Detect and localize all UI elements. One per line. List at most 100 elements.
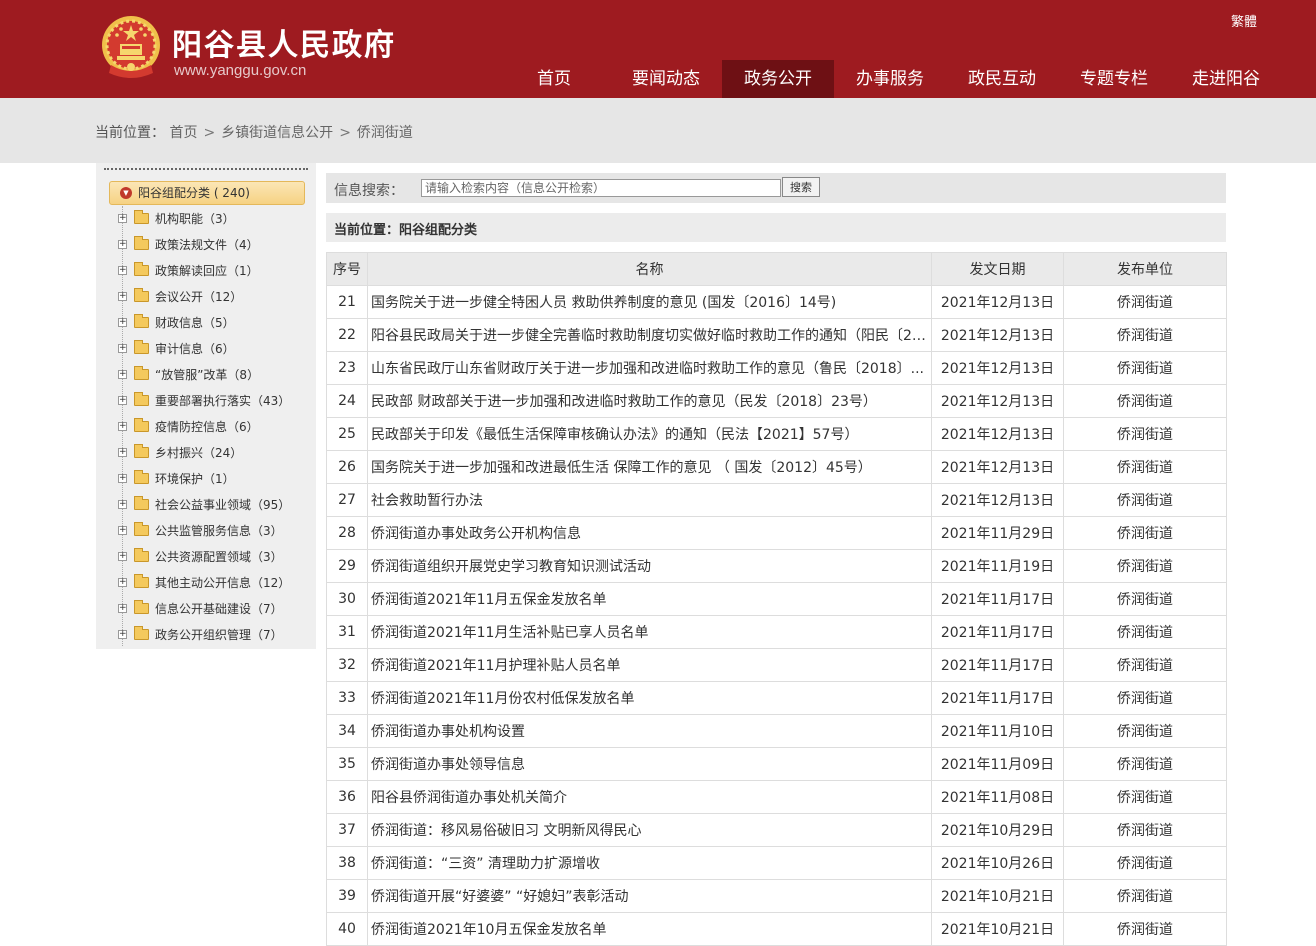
table-header-row: 序号 名称 发文日期 发布单位 bbox=[326, 252, 1227, 286]
row-date: 2021年10月26日 bbox=[931, 846, 1064, 880]
row-date: 2021年12月13日 bbox=[931, 483, 1064, 517]
expand-plus-icon[interactable]: + bbox=[118, 214, 127, 223]
document-title-link[interactable]: 国务院关于进一步加强和改进最低生活 保障工作的意见 （ 国发〔2012〕45号） bbox=[367, 450, 932, 484]
document-title-link[interactable]: 侨润街道2021年11月生活补贴已享人员名单 bbox=[367, 615, 932, 649]
tree-item[interactable]: + 环境保护（1） bbox=[118, 466, 308, 492]
tree-item[interactable]: + 会议公开（12） bbox=[118, 284, 308, 310]
breadcrumb-current[interactable]: 侨润街道 bbox=[357, 125, 413, 141]
tree-root-category[interactable]: ▼ 阳谷组配分类 ( 240) bbox=[109, 181, 305, 205]
row-date: 2021年12月13日 bbox=[931, 318, 1064, 352]
tree-item-label: 机构职能（3） bbox=[155, 212, 235, 226]
document-title-link[interactable]: 侨润街道2021年11月五保金发放名单 bbox=[367, 582, 932, 616]
nav-services[interactable]: 办事服务 bbox=[834, 60, 946, 98]
document-title-link[interactable]: 侨润街道办事处机构设置 bbox=[367, 714, 932, 748]
search-input[interactable] bbox=[421, 179, 781, 197]
document-title-link[interactable]: 侨润街道2021年10月五保金发放名单 bbox=[367, 912, 932, 946]
tree-item[interactable]: + 政务公开组织管理（7） bbox=[118, 622, 308, 648]
folder-icon bbox=[134, 418, 149, 432]
row-index: 38 bbox=[326, 846, 368, 880]
nav-home[interactable]: 首页 bbox=[498, 60, 610, 98]
site-header: 阳谷县人民政府 www.yanggu.gov.cn 繁體 首页 要闻动态 政务公… bbox=[0, 0, 1316, 98]
document-title-link[interactable]: 侨润街道2021年11月份农村低保发放名单 bbox=[367, 681, 932, 715]
tree-item[interactable]: + 政策法规文件（4） bbox=[118, 232, 308, 258]
folder-icon bbox=[134, 496, 149, 510]
tree-item[interactable]: + 社会公益事业领域（95） bbox=[118, 492, 308, 518]
row-date: 2021年11月17日 bbox=[931, 615, 1064, 649]
expand-plus-icon[interactable]: + bbox=[118, 396, 127, 405]
expand-plus-icon[interactable]: + bbox=[118, 448, 127, 457]
document-title-link[interactable]: 侨润街道办事处领导信息 bbox=[367, 747, 932, 781]
nav-gov-affairs[interactable]: 政务公开 bbox=[722, 60, 834, 98]
expand-plus-icon[interactable]: + bbox=[118, 526, 127, 535]
document-title-link[interactable]: 民政部关于印发《最低生活保障审核确认办法》的通知（民法【2021】57号） bbox=[367, 417, 932, 451]
column-header-date: 发文日期 bbox=[931, 252, 1064, 286]
expand-plus-icon[interactable]: + bbox=[118, 630, 127, 639]
expand-plus-icon[interactable]: + bbox=[118, 422, 127, 431]
traditional-chinese-link[interactable]: 繁體 bbox=[1231, 11, 1257, 30]
row-index: 28 bbox=[326, 516, 368, 550]
nav-about[interactable]: 走进阳谷 bbox=[1170, 60, 1282, 98]
tree-item[interactable]: + “放管服”改革（8） bbox=[118, 362, 308, 388]
tree-item[interactable]: + 公共监管服务信息（3） bbox=[118, 518, 308, 544]
breadcrumb-township-link[interactable]: 乡镇街道信息公开 bbox=[221, 125, 333, 141]
expand-plus-icon[interactable]: + bbox=[118, 318, 127, 327]
document-title-link[interactable]: 民政部 财政部关于进一步加强和改进临时救助工作的意见（民发〔2018〕23号） bbox=[367, 384, 932, 418]
row-date: 2021年11月17日 bbox=[931, 582, 1064, 616]
collapse-arrow-icon[interactable]: ▼ bbox=[120, 187, 132, 199]
row-publisher: 侨润街道 bbox=[1063, 714, 1227, 748]
nav-topics[interactable]: 专题专栏 bbox=[1058, 60, 1170, 98]
tree-item[interactable]: + 政策解读回应（1） bbox=[118, 258, 308, 284]
sidebar-divider bbox=[104, 168, 308, 170]
table-row: 23 山东省民政厅山东省财政厅关于进一步加强和改进临时救助工作的意见（鲁民〔201… bbox=[326, 351, 1227, 385]
document-title-link[interactable]: 阳谷县民政局关于进一步健全完善临时救助制度切实做好临时救助工作的通知（阳民〔20… bbox=[367, 318, 932, 352]
tree-item[interactable]: + 公共资源配置领域（3） bbox=[118, 544, 308, 570]
tree-item[interactable]: + 乡村振兴（24） bbox=[118, 440, 308, 466]
document-title-link[interactable]: 国务院关于进一步健全特困人员 救助供养制度的意见 (国发〔2016〕14号) bbox=[367, 285, 932, 319]
expand-plus-icon[interactable]: + bbox=[118, 240, 127, 249]
document-title-link[interactable]: 侨润街道组织开展党史学习教育知识测试活动 bbox=[367, 549, 932, 583]
document-title-link[interactable]: 侨润街道办事处政务公开机构信息 bbox=[367, 516, 932, 550]
document-title-link[interactable]: 社会救助暂行办法 bbox=[367, 483, 932, 517]
row-publisher: 侨润街道 bbox=[1063, 483, 1227, 517]
tree-item[interactable]: + 机构职能（3） bbox=[118, 206, 308, 232]
document-table: 序号 名称 发文日期 发布单位 21 国务院关于进一步健全特困人员 救助供养制度的… bbox=[326, 252, 1227, 946]
row-publisher: 侨润街道 bbox=[1063, 417, 1227, 451]
document-title-link[interactable]: 侨润街道2021年11月护理补贴人员名单 bbox=[367, 648, 932, 682]
expand-plus-icon[interactable]: + bbox=[118, 500, 127, 509]
expand-plus-icon[interactable]: + bbox=[118, 292, 127, 301]
expand-plus-icon[interactable]: + bbox=[118, 474, 127, 483]
expand-plus-icon[interactable]: + bbox=[118, 266, 127, 275]
search-button[interactable]: 搜索 bbox=[782, 177, 820, 197]
expand-plus-icon[interactable]: + bbox=[118, 578, 127, 587]
tree-item[interactable]: + 其他主动公开信息（12） bbox=[118, 570, 308, 596]
column-header-index: 序号 bbox=[326, 252, 368, 286]
document-title-link[interactable]: 阳谷县侨润街道办事处机关简介 bbox=[367, 780, 932, 814]
site-title[interactable]: 阳谷县人民政府 bbox=[172, 20, 396, 64]
nav-news[interactable]: 要闻动态 bbox=[610, 60, 722, 98]
row-date: 2021年12月13日 bbox=[931, 351, 1064, 385]
row-date: 2021年10月29日 bbox=[931, 813, 1064, 847]
document-title-link[interactable]: 侨润街道开展“好婆婆” “好媳妇”表彰活动 bbox=[367, 879, 932, 913]
expand-plus-icon[interactable]: + bbox=[118, 604, 127, 613]
tree-item[interactable]: + 疫情防控信息（6） bbox=[118, 414, 308, 440]
national-emblem-icon[interactable] bbox=[101, 15, 161, 81]
expand-plus-icon[interactable]: + bbox=[118, 344, 127, 353]
breadcrumb-home-link[interactable]: 首页 bbox=[169, 125, 197, 141]
document-title-link[interactable]: 山东省民政厅山东省财政厅关于进一步加强和改进临时救助工作的意见（鲁民〔2018〕… bbox=[367, 351, 932, 385]
row-index: 36 bbox=[326, 780, 368, 814]
document-title-link[interactable]: 侨润街道：移风易俗破旧习 文明新风得民心 bbox=[367, 813, 932, 847]
row-date: 2021年12月13日 bbox=[931, 384, 1064, 418]
tree-item[interactable]: + 审计信息（6） bbox=[118, 336, 308, 362]
row-publisher: 侨润街道 bbox=[1063, 912, 1227, 946]
nav-interaction[interactable]: 政民互动 bbox=[946, 60, 1058, 98]
tree-item[interactable]: + 信息公开基础建设（7） bbox=[118, 596, 308, 622]
table-row: 22 阳谷县民政局关于进一步健全完善临时救助制度切实做好临时救助工作的通知（阳民〔… bbox=[326, 318, 1227, 352]
document-title-link[interactable]: 侨润街道：“三资” 清理助力扩源增收 bbox=[367, 846, 932, 880]
tree-item[interactable]: + 财政信息（5） bbox=[118, 310, 308, 336]
tree-item[interactable]: + 重要部署执行落实（43） bbox=[118, 388, 308, 414]
expand-plus-icon[interactable]: + bbox=[118, 552, 127, 561]
expand-plus-icon[interactable]: + bbox=[118, 370, 127, 379]
folder-icon bbox=[134, 366, 149, 380]
row-publisher: 侨润街道 bbox=[1063, 450, 1227, 484]
folder-icon bbox=[134, 548, 149, 562]
